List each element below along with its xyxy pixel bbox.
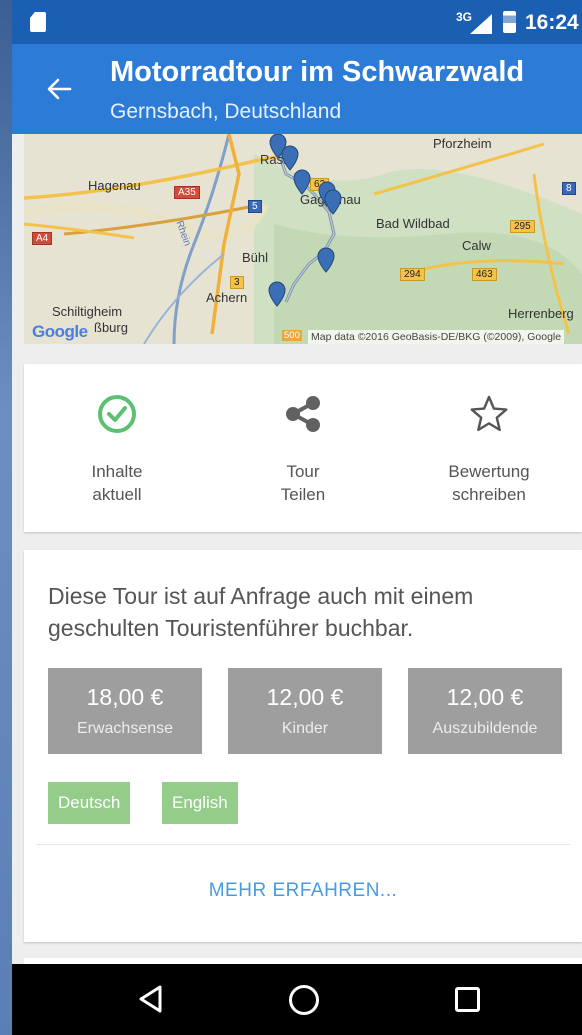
- language-chip-deutsch[interactable]: Deutsch: [48, 782, 131, 824]
- signal-icon: [470, 14, 492, 34]
- share-tour-action[interactable]: Tour Teilen: [210, 364, 396, 532]
- language-chip-english[interactable]: English: [162, 782, 238, 824]
- check-circle-icon: [98, 395, 136, 433]
- map-marker-icon: [293, 169, 311, 195]
- battery-icon: [503, 11, 516, 33]
- tour-map[interactable]: Pforzheim Hagenau Rast Gaggenau Bad Wild…: [24, 134, 582, 344]
- google-logo: Google: [32, 322, 88, 341]
- arrow-left-icon-graphic: [47, 78, 72, 100]
- star-outline-icon: [470, 395, 508, 432]
- price-category: Kinder: [281, 720, 329, 737]
- status-bar: 3G 16:24: [12, 0, 582, 44]
- price-amount: 12,00 €: [446, 684, 524, 710]
- content-updated-label-line2: aktuell: [92, 485, 142, 504]
- map-marker-icon: [317, 247, 335, 273]
- more-info-link[interactable]: MEHR ERFAHREN...: [24, 880, 582, 902]
- guide-booking-card: Diese Tour ist auf Anfrage auch mit eine…: [24, 550, 582, 942]
- page-subtitle: Gernsbach, Deutschland: [110, 100, 342, 123]
- price-amount: 18,00 €: [86, 684, 164, 710]
- app-bar: Motorradtour im Schwarzwald Gernsbach, D…: [12, 44, 582, 134]
- price-amount: 12,00 €: [266, 684, 344, 710]
- price-category: Auszubildende: [432, 720, 538, 737]
- content-updated-action[interactable]: Inhalte aktuell: [24, 364, 210, 532]
- status-clock: 16:24: [525, 11, 579, 34]
- map-marker-icon: [281, 145, 299, 171]
- share-tour-label: Tour Teilen: [210, 460, 396, 506]
- map-scale: 500: [282, 330, 302, 341]
- write-review-label-line1: Bewertung: [448, 462, 530, 481]
- price-adults[interactable]: 18,00 € Erwachsense: [48, 668, 202, 754]
- nav-back-icon[interactable]: [136, 984, 166, 1014]
- arrow-left-icon[interactable]: [44, 74, 74, 104]
- nav-home-icon[interactable]: [289, 985, 319, 1015]
- map-marker-icon: [324, 189, 342, 215]
- system-nav-bar: [12, 964, 582, 1035]
- share-tour-label-line1: Tour: [286, 462, 320, 481]
- phone-screen: 3G 16:24 Motorradtour im Schwarzwald Ger…: [12, 0, 582, 1035]
- price-category: Erwachsense: [76, 720, 174, 737]
- price-trainees[interactable]: 12,00 € Auszubildende: [408, 668, 562, 754]
- map-attribution[interactable]: Map data ©2016 GeoBasis-DE/BKG (©2009), …: [308, 330, 565, 344]
- write-review-label: Bewertung schreiben: [396, 460, 582, 506]
- map-markers: [268, 134, 342, 307]
- write-review-action[interactable]: Bewertung schreiben: [396, 364, 582, 532]
- nav-recent-apps-icon[interactable]: [455, 987, 480, 1012]
- share-icon: [286, 396, 320, 432]
- sd-card-icon: [30, 12, 46, 32]
- content-updated-label-line1: Inhalte: [91, 462, 143, 481]
- content-updated-label: Inhalte aktuell: [24, 460, 210, 506]
- action-card: Inhalte aktuell Tour Teilen Bewertung sc…: [24, 364, 582, 532]
- write-review-label-line2: schreiben: [452, 485, 526, 504]
- card-divider: [36, 844, 570, 845]
- guide-booking-text: Diese Tour ist auf Anfrage auch mit eine…: [48, 583, 474, 641]
- desktop-background-edge: [0, 0, 12, 1035]
- price-children[interactable]: 12,00 € Kinder: [228, 668, 382, 754]
- share-tour-label-line2: Teilen: [280, 485, 326, 504]
- page-title: Motorradtour im Schwarzwald: [110, 56, 525, 88]
- map-marker-icon: [268, 281, 286, 307]
